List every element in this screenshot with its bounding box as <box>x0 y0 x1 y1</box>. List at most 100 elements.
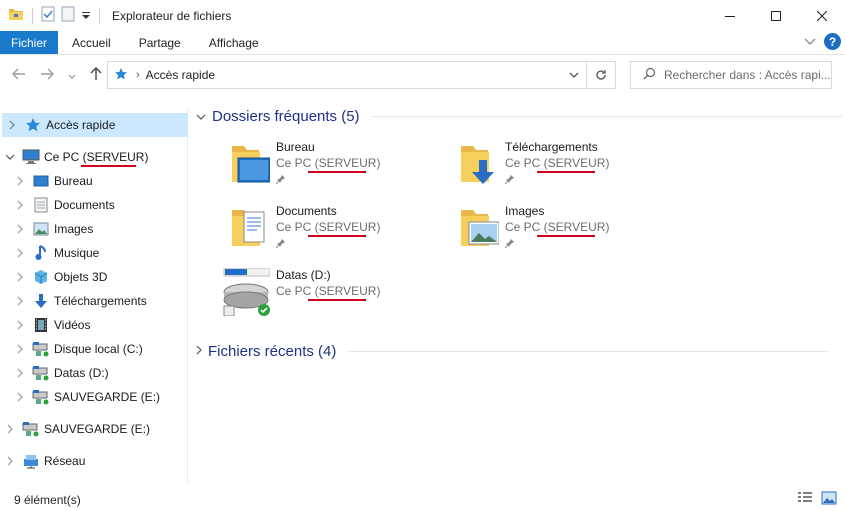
forward-arrow-icon[interactable] <box>40 68 54 82</box>
maximize-button[interactable] <box>753 0 799 31</box>
sidebar-item-label: Documents <box>54 198 115 212</box>
tab-view[interactable]: Affichage <box>195 31 273 54</box>
chevron-down-icon[interactable] <box>4 154 16 160</box>
minimize-button[interactable] <box>707 0 753 31</box>
group-header-recent[interactable]: Fichiers récents (4) <box>196 341 829 361</box>
chevron-right-icon <box>196 344 202 358</box>
ribbon-right-controls: ? <box>804 33 841 50</box>
title-bar: Explorateur de fichiers <box>0 0 845 31</box>
tab-file[interactable]: Fichier <box>0 31 58 54</box>
sidebar-item-music[interactable]: Musique <box>0 241 99 265</box>
sidebar-item-3d-objects[interactable]: Objets 3D <box>0 265 107 289</box>
sidebar-item-local-disk-c[interactable]: Disque local (C:) <box>0 337 143 361</box>
desktop-folder-icon <box>222 140 271 188</box>
chevron-right-icon[interactable] <box>14 272 26 282</box>
network-drive-icon <box>32 364 50 382</box>
tab-home[interactable]: Accueil <box>58 31 125 54</box>
computer-icon <box>22 148 40 166</box>
sidebar-item-label: Ce PC (SERVEUR) <box>44 150 149 164</box>
chevron-right-icon[interactable] <box>14 224 26 234</box>
group-header-frequent[interactable]: Dossiers fréquents (5) <box>196 106 842 126</box>
expand-ribbon-icon[interactable] <box>804 35 816 49</box>
chevron-right-icon[interactable] <box>4 424 16 434</box>
details-view-icon[interactable] <box>797 491 813 508</box>
recent-locations-icon[interactable] <box>68 68 76 82</box>
annotation-underline <box>308 235 366 237</box>
refresh-button[interactable] <box>586 62 615 88</box>
chevron-right-icon[interactable] <box>14 392 26 402</box>
pin-icon <box>504 173 515 187</box>
new-folder-icon[interactable] <box>61 6 75 25</box>
breadcrumb-chevron-icon[interactable]: › <box>136 69 140 81</box>
network-drive-icon <box>222 267 271 317</box>
tile-images[interactable]: Images Ce PC (SERVEUR) <box>451 204 671 260</box>
chevron-right-icon[interactable] <box>14 320 26 330</box>
tile-name: Téléchargements <box>505 140 598 154</box>
sidebar-item-documents[interactable]: Documents <box>0 193 115 217</box>
chevron-right-icon[interactable] <box>14 176 26 186</box>
tile-telechargements[interactable]: Téléchargements Ce PC (SERVEUR) <box>451 140 671 196</box>
pin-icon <box>275 173 286 187</box>
up-arrow-icon[interactable] <box>90 67 102 83</box>
back-arrow-icon[interactable] <box>12 68 26 82</box>
address-bar[interactable]: › Accès rapide <box>107 61 616 89</box>
annotation-underline <box>308 299 366 301</box>
item-count: 9 élément(s) <box>14 492 81 507</box>
sidebar-item-sauvegarde-e[interactable]: SAUVEGARDE (E:) <box>0 385 160 409</box>
tile-datas-d[interactable]: Datas (D:) Ce PC (SERVEUR) <box>222 267 442 324</box>
chevron-right-icon[interactable] <box>14 344 26 354</box>
chevron-right-icon[interactable] <box>6 120 18 130</box>
breadcrumb[interactable]: Accès rapide <box>146 68 215 82</box>
group-label: Fichiers récents (4) <box>208 342 337 360</box>
view-switcher <box>797 491 837 508</box>
sidebar-item-bureau[interactable]: Bureau <box>0 169 93 193</box>
sidebar-item-label: Bureau <box>54 174 93 188</box>
quick-access-toolbar <box>0 0 102 31</box>
large-icons-view-icon[interactable] <box>821 491 837 508</box>
folder-app-icon[interactable] <box>8 7 24 24</box>
address-row: › Accès rapide Rechercher dans : Accès r… <box>0 56 845 94</box>
close-button[interactable] <box>799 0 845 31</box>
annotation-underline <box>537 171 595 173</box>
tile-documents[interactable]: Documents Ce PC (SERVEUR) <box>222 204 442 260</box>
search-placeholder: Rechercher dans : Accès rapi... <box>664 68 831 82</box>
chevron-right-icon[interactable] <box>14 200 26 210</box>
sidebar-item-datas-d[interactable]: Datas (D:) <box>0 361 109 385</box>
minimize-icon <box>725 15 735 17</box>
address-dropdown-icon[interactable] <box>569 68 579 82</box>
sidebar-item-images[interactable]: Images <box>0 217 93 241</box>
chevron-right-icon[interactable] <box>14 296 26 306</box>
tile-location: Ce PC (SERVEUR) <box>276 156 381 170</box>
chevron-right-icon[interactable] <box>4 456 16 466</box>
group-divider <box>348 350 829 352</box>
sidebar-item-quick-access[interactable]: Accès rapide <box>2 113 188 137</box>
tab-share[interactable]: Partage <box>125 31 195 54</box>
tile-bureau[interactable]: Bureau Ce PC (SERVEUR) <box>222 140 442 196</box>
pictures-folder-icon <box>451 204 500 252</box>
status-bar: 9 élément(s) <box>0 488 845 511</box>
search-input[interactable]: Rechercher dans : Accès rapi... <box>630 61 832 89</box>
sidebar-item-label: Vidéos <box>54 318 91 332</box>
navigation-buttons <box>0 67 106 83</box>
tile-location: Ce PC (SERVEUR) <box>505 220 610 234</box>
network-drive-icon <box>32 388 50 406</box>
window-controls <box>707 0 845 31</box>
sidebar-item-label: Images <box>54 222 94 236</box>
close-icon <box>817 10 827 21</box>
sidebar-item-network[interactable]: Réseau <box>0 449 85 473</box>
properties-icon[interactable] <box>41 6 55 25</box>
sidebar-item-label: Musique <box>54 246 100 260</box>
chevron-right-icon[interactable] <box>14 368 26 378</box>
sidebar-item-label: Téléchargements <box>54 294 147 308</box>
search-icon <box>643 67 656 83</box>
customize-toolbar-icon[interactable] <box>81 9 91 23</box>
sidebar-item-downloads[interactable]: Téléchargements <box>0 289 147 313</box>
chevron-right-icon[interactable] <box>14 248 26 258</box>
film-icon <box>32 316 50 334</box>
help-button[interactable]: ? <box>824 33 841 50</box>
sidebar-item-videos[interactable]: Vidéos <box>0 313 90 337</box>
tile-location: Ce PC (SERVEUR) <box>276 284 381 298</box>
annotation-underline <box>308 171 366 173</box>
sidebar-item-sauvegarde-root[interactable]: SAUVEGARDE (E:) <box>0 417 150 441</box>
network-icon <box>22 452 40 470</box>
